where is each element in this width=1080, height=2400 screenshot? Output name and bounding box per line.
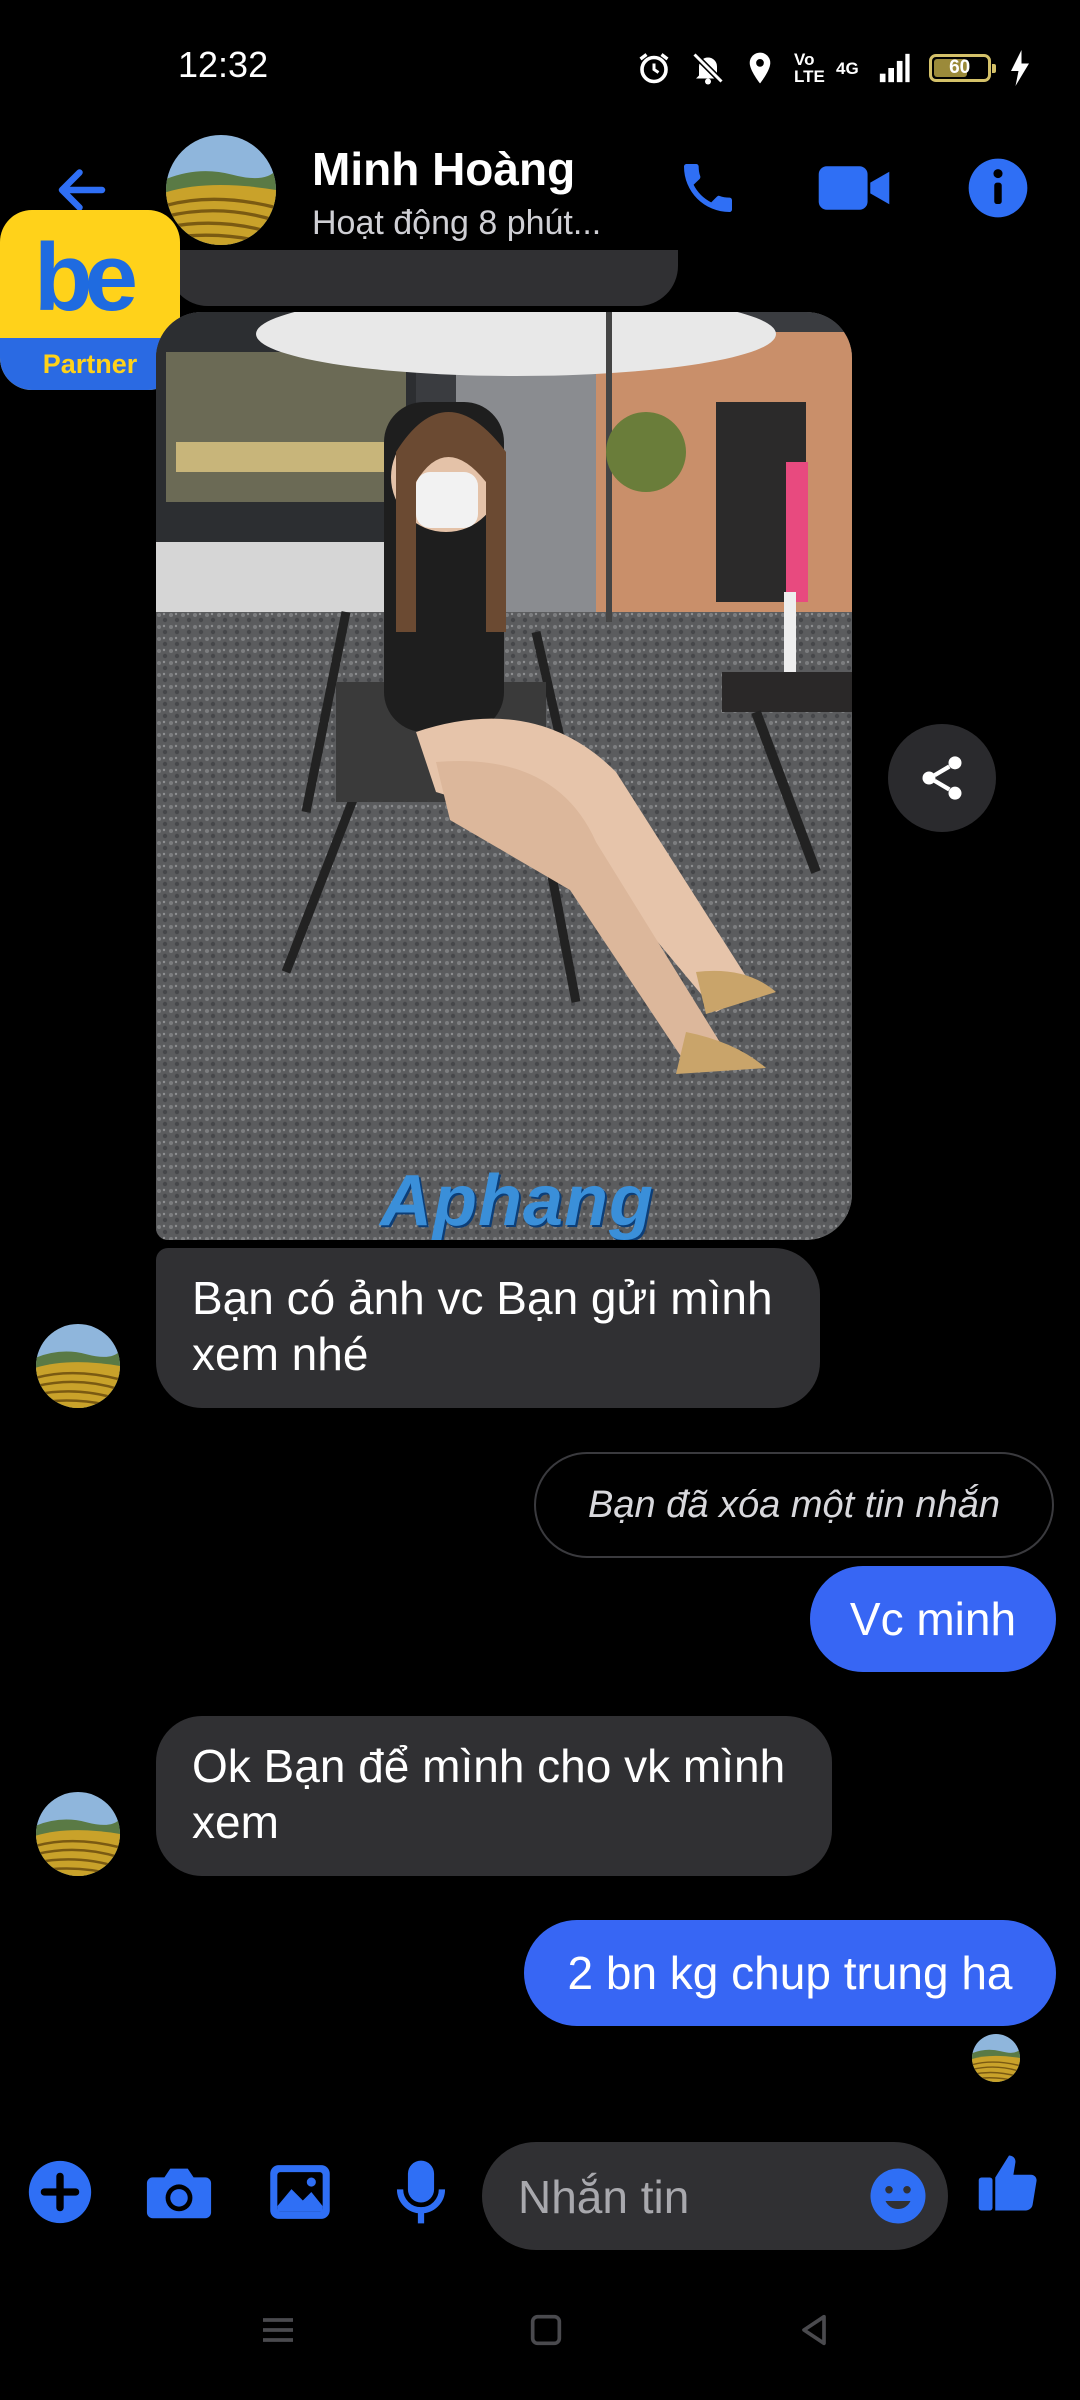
video-camera-icon[interactable] xyxy=(816,156,892,220)
signal-icon xyxy=(879,53,910,83)
volte-label: Vo LTE xyxy=(794,50,825,86)
partner-label: Partner xyxy=(0,338,180,390)
microphone-icon[interactable] xyxy=(392,2158,450,2226)
seen-receipt-avatar xyxy=(972,2034,1020,2082)
partner-logo: be xyxy=(34,224,138,331)
deleted-message: Bạn đã xóa một tin nhắn xyxy=(534,1452,1054,1558)
photo-image xyxy=(156,312,852,1240)
incoming-message[interactable]: Ok Bạn để mình cho vk mình xem xyxy=(156,1716,832,1876)
smile-icon[interactable] xyxy=(868,2166,928,2226)
message-input[interactable] xyxy=(516,2142,840,2252)
battery-indicator: 60 xyxy=(928,54,996,82)
message-composer[interactable] xyxy=(482,2142,948,2252)
location-icon xyxy=(749,52,771,84)
recent-apps-icon[interactable] xyxy=(258,2310,298,2350)
info-icon[interactable] xyxy=(966,156,1030,220)
photo-message[interactable]: Aphang xyxy=(156,312,852,1240)
alarm-icon xyxy=(639,53,669,84)
status-icons: Vo LTE 4G 60 xyxy=(636,46,1031,90)
phone-icon[interactable] xyxy=(676,156,740,220)
outgoing-message[interactable]: 2 bn kg chup trung ha xyxy=(524,1920,1056,2026)
home-icon[interactable] xyxy=(526,2310,566,2350)
outgoing-message[interactable]: Vc minh xyxy=(810,1566,1056,1672)
sender-avatar[interactable] xyxy=(36,1792,120,1876)
previous-message-bubble xyxy=(168,250,678,306)
partner-app-badge[interactable]: be Partner xyxy=(0,210,180,390)
contact-avatar[interactable] xyxy=(166,135,276,245)
sender-avatar[interactable] xyxy=(36,1324,120,1408)
network-type: 4G xyxy=(836,58,859,78)
plus-icon[interactable] xyxy=(26,2158,94,2226)
share-button[interactable] xyxy=(888,724,996,832)
status-time: 12:32 xyxy=(178,44,269,85)
share-icon xyxy=(922,756,962,800)
back-nav-icon[interactable] xyxy=(794,2310,834,2350)
charging-icon xyxy=(1010,50,1029,86)
thumbs-up-icon[interactable] xyxy=(976,2148,1042,2218)
notifications-off-icon xyxy=(692,52,724,85)
contact-status: Hoạt động 8 phút... xyxy=(312,204,602,242)
incoming-message[interactable]: Bạn có ảnh vc Bạn gửi mình xem nhé xyxy=(156,1248,820,1408)
camera-icon[interactable] xyxy=(144,2158,214,2226)
image-icon[interactable] xyxy=(266,2158,334,2226)
contact-name[interactable]: Minh Hoàng xyxy=(312,142,575,196)
photo-watermark: Aphang xyxy=(380,1161,654,1240)
